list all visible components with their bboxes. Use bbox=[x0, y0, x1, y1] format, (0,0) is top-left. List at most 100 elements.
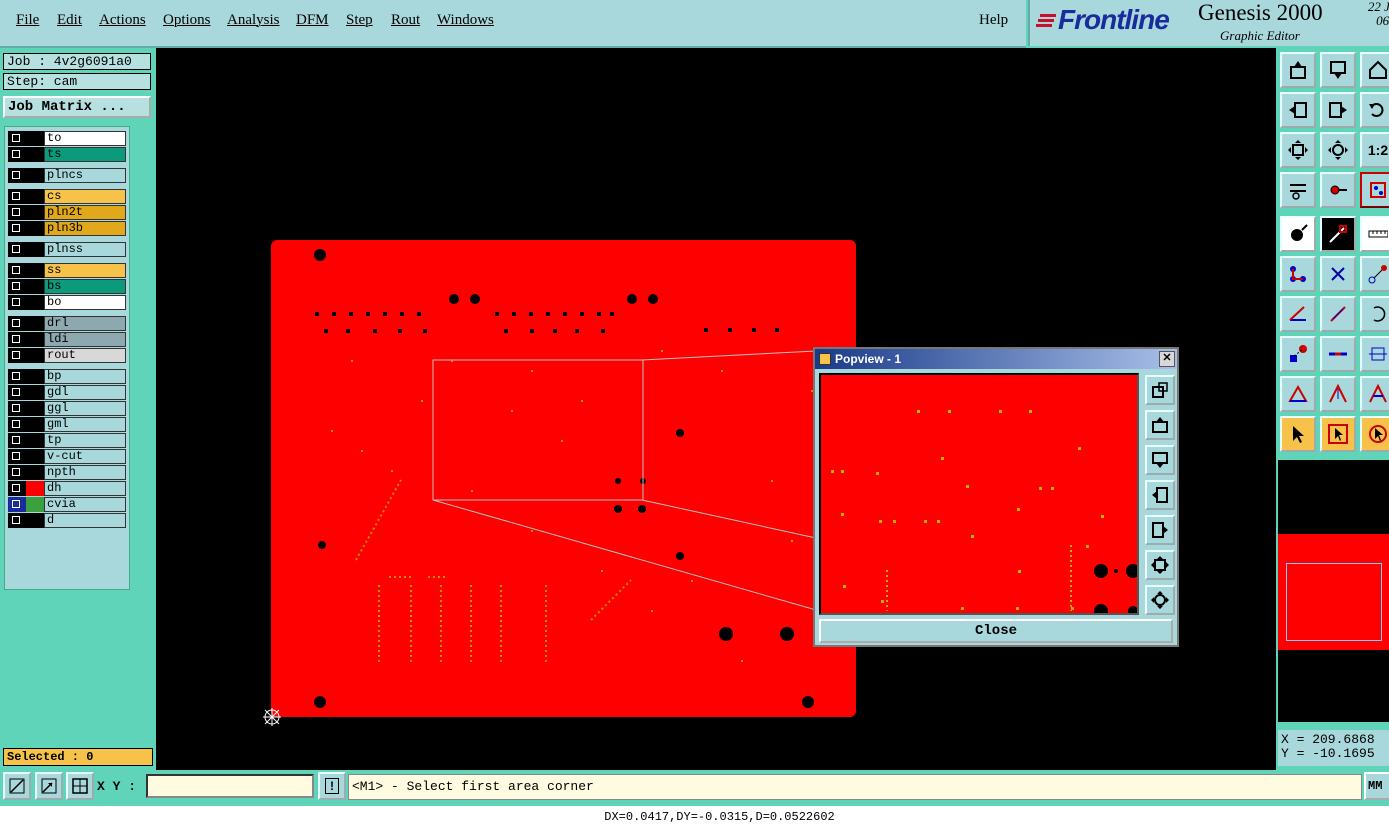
layer-name[interactable]: v-cut bbox=[44, 449, 126, 464]
layer-row[interactable]: pln3b bbox=[8, 221, 126, 236]
menu-options[interactable]: Options bbox=[163, 12, 211, 29]
pan-down-button[interactable] bbox=[1145, 445, 1175, 475]
layer-row[interactable]: plnss bbox=[8, 242, 126, 257]
layer-color-swatch[interactable] bbox=[26, 189, 44, 204]
layer-color-swatch[interactable] bbox=[26, 369, 44, 384]
zoom-area-button[interactable] bbox=[1145, 375, 1175, 405]
layer-checkbox[interactable] bbox=[8, 295, 26, 310]
zoom-fit-button[interactable] bbox=[1145, 550, 1175, 580]
layer-color-swatch[interactable] bbox=[26, 481, 44, 496]
layer-color-swatch[interactable] bbox=[26, 465, 44, 480]
units-button[interactable]: MM bbox=[1364, 772, 1389, 800]
layer-color-swatch[interactable] bbox=[26, 221, 44, 236]
layer-color-swatch[interactable] bbox=[26, 242, 44, 257]
angle-tool[interactable] bbox=[1280, 296, 1316, 332]
layer-name[interactable]: ggl bbox=[44, 401, 126, 416]
layer-color-swatch[interactable] bbox=[26, 168, 44, 183]
layer-checkbox[interactable] bbox=[8, 147, 26, 162]
layer-row[interactable]: bo bbox=[8, 295, 126, 310]
layer-checkbox[interactable] bbox=[8, 369, 26, 384]
cross-tool[interactable] bbox=[1320, 256, 1356, 292]
layer-color-swatch[interactable] bbox=[26, 385, 44, 400]
layer-row[interactable]: ts bbox=[8, 147, 126, 162]
overview-map[interactable] bbox=[1278, 460, 1389, 722]
layer-checkbox[interactable] bbox=[8, 221, 26, 236]
ruler-tool[interactable] bbox=[1360, 216, 1389, 252]
overview-viewport[interactable] bbox=[1286, 563, 1382, 641]
layer-row[interactable]: gdl bbox=[8, 385, 126, 400]
menu-analysis[interactable]: Analysis bbox=[227, 12, 280, 29]
layer-name[interactable]: bp bbox=[44, 369, 126, 384]
xy-input[interactable] bbox=[146, 774, 314, 798]
pan-right-tool[interactable] bbox=[1320, 92, 1356, 128]
layer-row[interactable]: dh bbox=[8, 481, 126, 496]
layer-checkbox[interactable] bbox=[8, 481, 26, 496]
home-tool[interactable] bbox=[1360, 52, 1389, 88]
split-tool[interactable] bbox=[1320, 336, 1356, 372]
layer-row[interactable]: cvia bbox=[8, 497, 126, 512]
layer-row[interactable]: pln2t bbox=[8, 205, 126, 220]
layer-name[interactable]: ts bbox=[44, 147, 126, 162]
layer-checkbox[interactable] bbox=[8, 385, 26, 400]
snap-line-button[interactable] bbox=[35, 772, 63, 800]
close-icon[interactable]: ✕ bbox=[1159, 351, 1175, 367]
layer-name[interactable]: ldi bbox=[44, 332, 126, 347]
layer-name[interactable]: drl bbox=[44, 316, 126, 331]
layer-checkbox[interactable] bbox=[8, 401, 26, 416]
select-circle-tool[interactable] bbox=[1360, 416, 1389, 452]
layer-checkbox[interactable] bbox=[8, 417, 26, 432]
warning-button[interactable]: ! bbox=[318, 772, 346, 800]
job-matrix-button[interactable]: Job Matrix ... bbox=[3, 96, 151, 118]
popview-titlebar[interactable]: Popview - 1 ✕ bbox=[815, 349, 1177, 369]
menu-rout[interactable]: Rout bbox=[391, 12, 420, 29]
menu-help[interactable]: Help bbox=[979, 12, 1008, 29]
layer-name[interactable]: d bbox=[44, 513, 126, 528]
scale-tool[interactable]: 1:2 bbox=[1360, 132, 1389, 168]
layer-name[interactable]: pln2t bbox=[44, 205, 126, 220]
zoom-center-button[interactable] bbox=[1145, 585, 1175, 615]
layer-color-swatch[interactable] bbox=[26, 401, 44, 416]
layer-checkbox[interactable] bbox=[8, 513, 26, 528]
connect-tool[interactable] bbox=[1280, 256, 1316, 292]
slope-tool[interactable] bbox=[1320, 296, 1356, 332]
layer-checkbox[interactable] bbox=[8, 263, 26, 278]
layer-color-swatch[interactable] bbox=[26, 433, 44, 448]
layer-color-swatch[interactable] bbox=[26, 417, 44, 432]
layer-name[interactable]: rout bbox=[44, 348, 126, 363]
layer-color-swatch[interactable] bbox=[26, 513, 44, 528]
layer-color-swatch[interactable] bbox=[26, 316, 44, 331]
menu-file[interactable]: File bbox=[16, 12, 39, 29]
layer-row[interactable]: to bbox=[8, 131, 126, 146]
layer-checkbox[interactable] bbox=[8, 131, 26, 146]
layer-color-swatch[interactable] bbox=[26, 295, 44, 310]
select-tool[interactable] bbox=[1280, 416, 1316, 452]
layer-row[interactable]: plncs bbox=[8, 168, 126, 183]
menu-windows[interactable]: Windows bbox=[437, 12, 494, 29]
pan-down-tool[interactable] bbox=[1320, 52, 1356, 88]
layer-row[interactable]: bp bbox=[8, 369, 126, 384]
undo-view-tool[interactable] bbox=[1360, 92, 1389, 128]
layer-color-swatch[interactable] bbox=[26, 131, 44, 146]
layer-checkbox[interactable] bbox=[8, 189, 26, 204]
layer-name[interactable]: gdl bbox=[44, 385, 126, 400]
layer-row[interactable]: rout bbox=[8, 348, 126, 363]
menu-dfm[interactable]: DFM bbox=[296, 12, 329, 29]
zoom-fit-tool[interactable] bbox=[1280, 132, 1316, 168]
layer-row[interactable]: npth bbox=[8, 465, 126, 480]
layer-color-swatch[interactable] bbox=[26, 147, 44, 162]
move-tool[interactable] bbox=[1280, 336, 1316, 372]
layer-name[interactable]: ss bbox=[44, 263, 126, 278]
rotate-tool[interactable] bbox=[1360, 296, 1389, 332]
layer-checkbox[interactable] bbox=[8, 205, 26, 220]
grid-button[interactable] bbox=[66, 772, 94, 800]
layer-row[interactable]: ldi bbox=[8, 332, 126, 347]
menu-actions[interactable]: Actions bbox=[99, 12, 146, 29]
pan-up-tool[interactable] bbox=[1280, 52, 1316, 88]
layer-name[interactable]: pln3b bbox=[44, 221, 126, 236]
layer-color-swatch[interactable] bbox=[26, 332, 44, 347]
layer-checkbox[interactable] bbox=[8, 279, 26, 294]
layer-name[interactable]: dh bbox=[44, 481, 126, 496]
draw-tool[interactable] bbox=[1320, 216, 1356, 252]
layer-name[interactable]: gml bbox=[44, 417, 126, 432]
layer-row[interactable]: tp bbox=[8, 433, 126, 448]
